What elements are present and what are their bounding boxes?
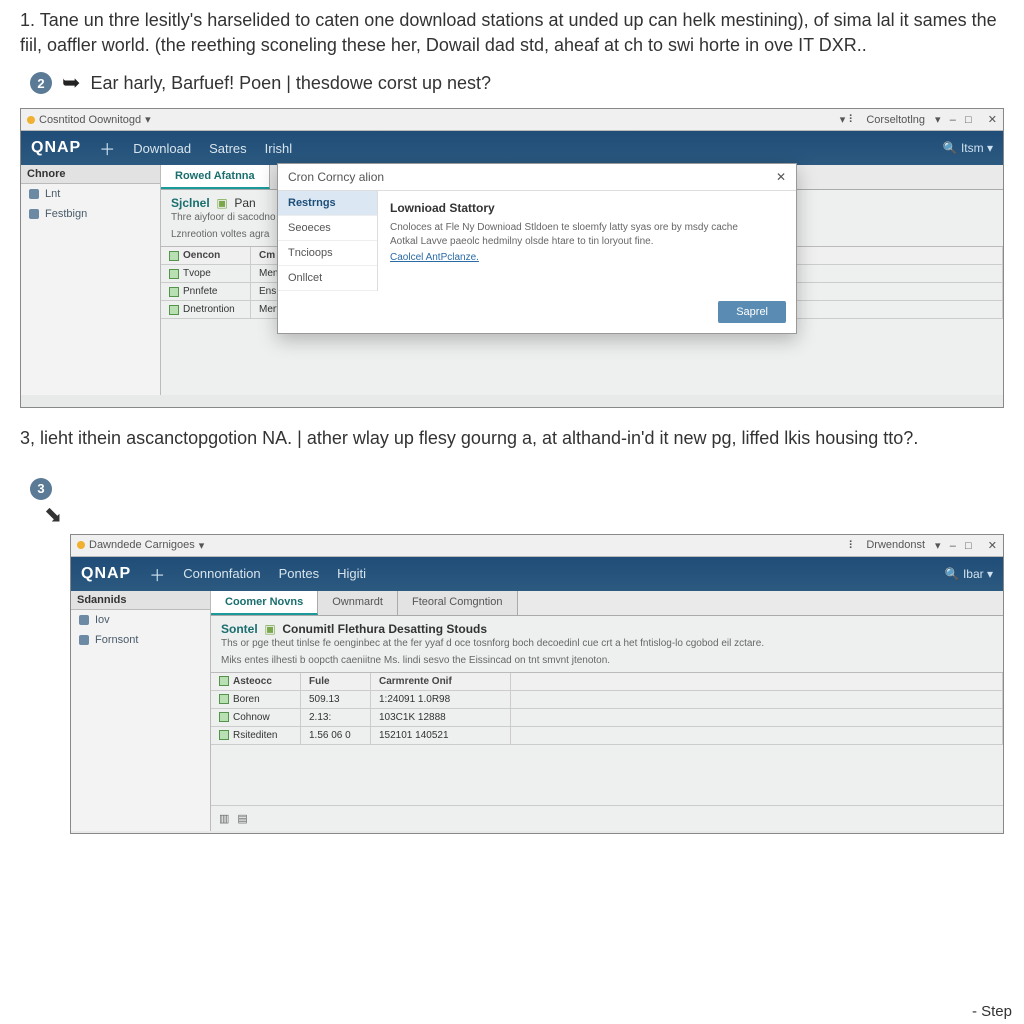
titlebar-left: Dawndede Carnigoes (89, 539, 195, 551)
nav-pontes[interactable]: Pontes (279, 566, 319, 581)
panel-sub2: Miks entes ilhesti b oopcth caeniitne Ms… (211, 655, 1003, 672)
step2-row: 2 ➥ Ear harly, Barfuef! Poen | thesdowe … (0, 66, 1024, 102)
dlg-line1: Cnoloces at Fle Ny Downioad Stldoen te s… (390, 221, 784, 235)
close-icon[interactable]: ✕ (988, 113, 997, 126)
plus-icon[interactable]: ＋ (99, 136, 115, 160)
status-dot-icon (77, 541, 85, 549)
sidebar-1: Chnore Lnt Festbign (21, 165, 161, 395)
step2-badge: 2 (30, 72, 52, 94)
sidebar-head: Sdannids (71, 591, 210, 610)
step3-row: 3 (0, 460, 1024, 506)
settings-dialog: Cron Corncy alion ✕ Restrngs Seoeces Tnc… (277, 163, 797, 334)
para-1: 1. Tane un thre lesitly's harselided to … (0, 0, 1024, 66)
dialog-close-icon[interactable]: ✕ (776, 170, 786, 184)
dlg-line2: Aotkal Lavve paeolc hedmilny olsde htare… (390, 235, 784, 249)
titlebar-2: Dawndede Carnigoes ▾ ⠇ Drwendonst ▾ – □ … (71, 535, 1003, 557)
table-row[interactable]: Boren509.131:24091 1.0R98 (211, 691, 1003, 709)
titlebar-right: Drwendonst (866, 539, 925, 551)
dlg-nav-restrngs[interactable]: Restrngs (278, 191, 377, 216)
search-label[interactable]: 🔍 Itsm ▾ (943, 141, 993, 155)
dlg-link[interactable]: Caolcel AntPclanze. (390, 252, 479, 263)
screenshot-window-1: Cosntitod Oownitogd ▾ ▾ ⠇ Corseltotlng ▾… (20, 108, 1004, 408)
brandbar-2: QNAP ＋ Connonfation Pontes Higiti 🔍 Ibar… (71, 557, 1003, 591)
row-icon (219, 694, 229, 704)
brand-logo: QNAP (81, 565, 131, 583)
para-3: 3, lieht ithein ascanctopgotion NA. | at… (0, 418, 1024, 459)
panel-sub1: Ths or pge theut tinlse fe oenginbec at … (211, 638, 1003, 655)
step3-badge: 3 (30, 478, 52, 500)
folder-icon (79, 635, 89, 645)
brand-logo: QNAP (31, 139, 81, 157)
titlebar-1: Cosntitod Oownitogd ▾ ▾ ⠇ Corseltotlng ▾… (21, 109, 1003, 131)
folder-icon (79, 615, 89, 625)
folder-icon (29, 189, 39, 199)
row-icon (219, 712, 229, 722)
sidebar-item-festbign[interactable]: Festbign (21, 204, 160, 224)
statusbar-icon: ▥ (219, 812, 229, 825)
sidebar-item-lnt[interactable]: Lnt (21, 184, 160, 204)
statusbar-icon: ▤ (237, 812, 247, 825)
dlg-nav-seoeces[interactable]: Seoeces (278, 216, 377, 241)
tab-ownmardt[interactable]: Ownmardt (318, 591, 398, 615)
titlebar-right: Corseltotlng (866, 114, 925, 126)
table-row[interactable]: Cohnow2.13:103C1K 12888 (211, 709, 1003, 727)
col-a: Oencon (161, 247, 251, 264)
row-icon (169, 305, 179, 315)
sidebar-item-iov[interactable]: Iov (71, 610, 210, 630)
sidebar-head: Chnore (21, 165, 160, 184)
nav-satres[interactable]: Satres (209, 141, 247, 156)
status-dot-icon (27, 116, 35, 124)
tab-coomer[interactable]: Coomer Novns (211, 591, 318, 615)
col-b: Fule (301, 673, 371, 690)
grid-2: Asteocc Fule Carmrente Onif Boren509.131… (211, 672, 1003, 745)
row-icon (219, 730, 229, 740)
check-icon (219, 676, 229, 686)
main-panel-2: Coomer Novns Ownmardt Fteoral Comgntion … (211, 591, 1003, 831)
step2-text: Ear harly, Barfuef! Poen | thesdowe cors… (90, 73, 491, 94)
arrow-icon: ➥ (62, 70, 80, 96)
arrow-icon: ⬊ (0, 502, 1024, 528)
titlebar-left: Cosntitod Oownitogd (39, 114, 141, 126)
tab-fteoral[interactable]: Fteoral Comgntion (398, 591, 518, 615)
sidebar-2: Sdannids Iov Fornsont (71, 591, 211, 831)
search-label[interactable]: 🔍 Ibar ▾ (945, 567, 993, 581)
dlg-heading: Lownioad Stattory (390, 201, 784, 215)
dialog-title: Cron Corncy alion (288, 170, 384, 184)
nav-irishl[interactable]: Irishl (265, 141, 292, 156)
nav-higiri[interactable]: Higiti (337, 566, 366, 581)
check-icon (169, 251, 179, 261)
save-button[interactable]: Saprel (718, 301, 786, 323)
dlg-nav-tncioops[interactable]: Tncioops (278, 241, 377, 266)
panel-head-2: Sontel ▣ Conumitl Flethura Desatting Sto… (211, 616, 1003, 638)
footer-step: - Step (972, 1003, 1012, 1020)
status-bar: ▥ ▤ (211, 805, 1003, 831)
tab-rowed[interactable]: Rowed Afatnna (161, 165, 270, 189)
dlg-nav-onllcet[interactable]: Onllcet (278, 266, 377, 291)
plus-icon[interactable]: ＋ (149, 562, 165, 586)
col-c: Carmrente Onif (371, 673, 511, 690)
close-icon[interactable]: ✕ (988, 539, 997, 552)
nav-download[interactable]: Download (133, 141, 191, 156)
row-icon (169, 269, 179, 279)
sidebar-item-fornsont[interactable]: Fornsont (71, 630, 210, 650)
table-row[interactable]: Rsitediten1.56 06 0152101 140521 (211, 727, 1003, 745)
brandbar-1: QNAP ＋ Download Satres Irishl 🔍 Itsm ▾ (21, 131, 1003, 165)
nav-connon[interactable]: Connonfation (183, 566, 260, 581)
screenshot-window-2: Dawndede Carnigoes ▾ ⠇ Drwendonst ▾ – □ … (70, 534, 1004, 834)
folder-icon (29, 209, 39, 219)
row-icon (169, 287, 179, 297)
col-a: Asteocc (211, 673, 301, 690)
